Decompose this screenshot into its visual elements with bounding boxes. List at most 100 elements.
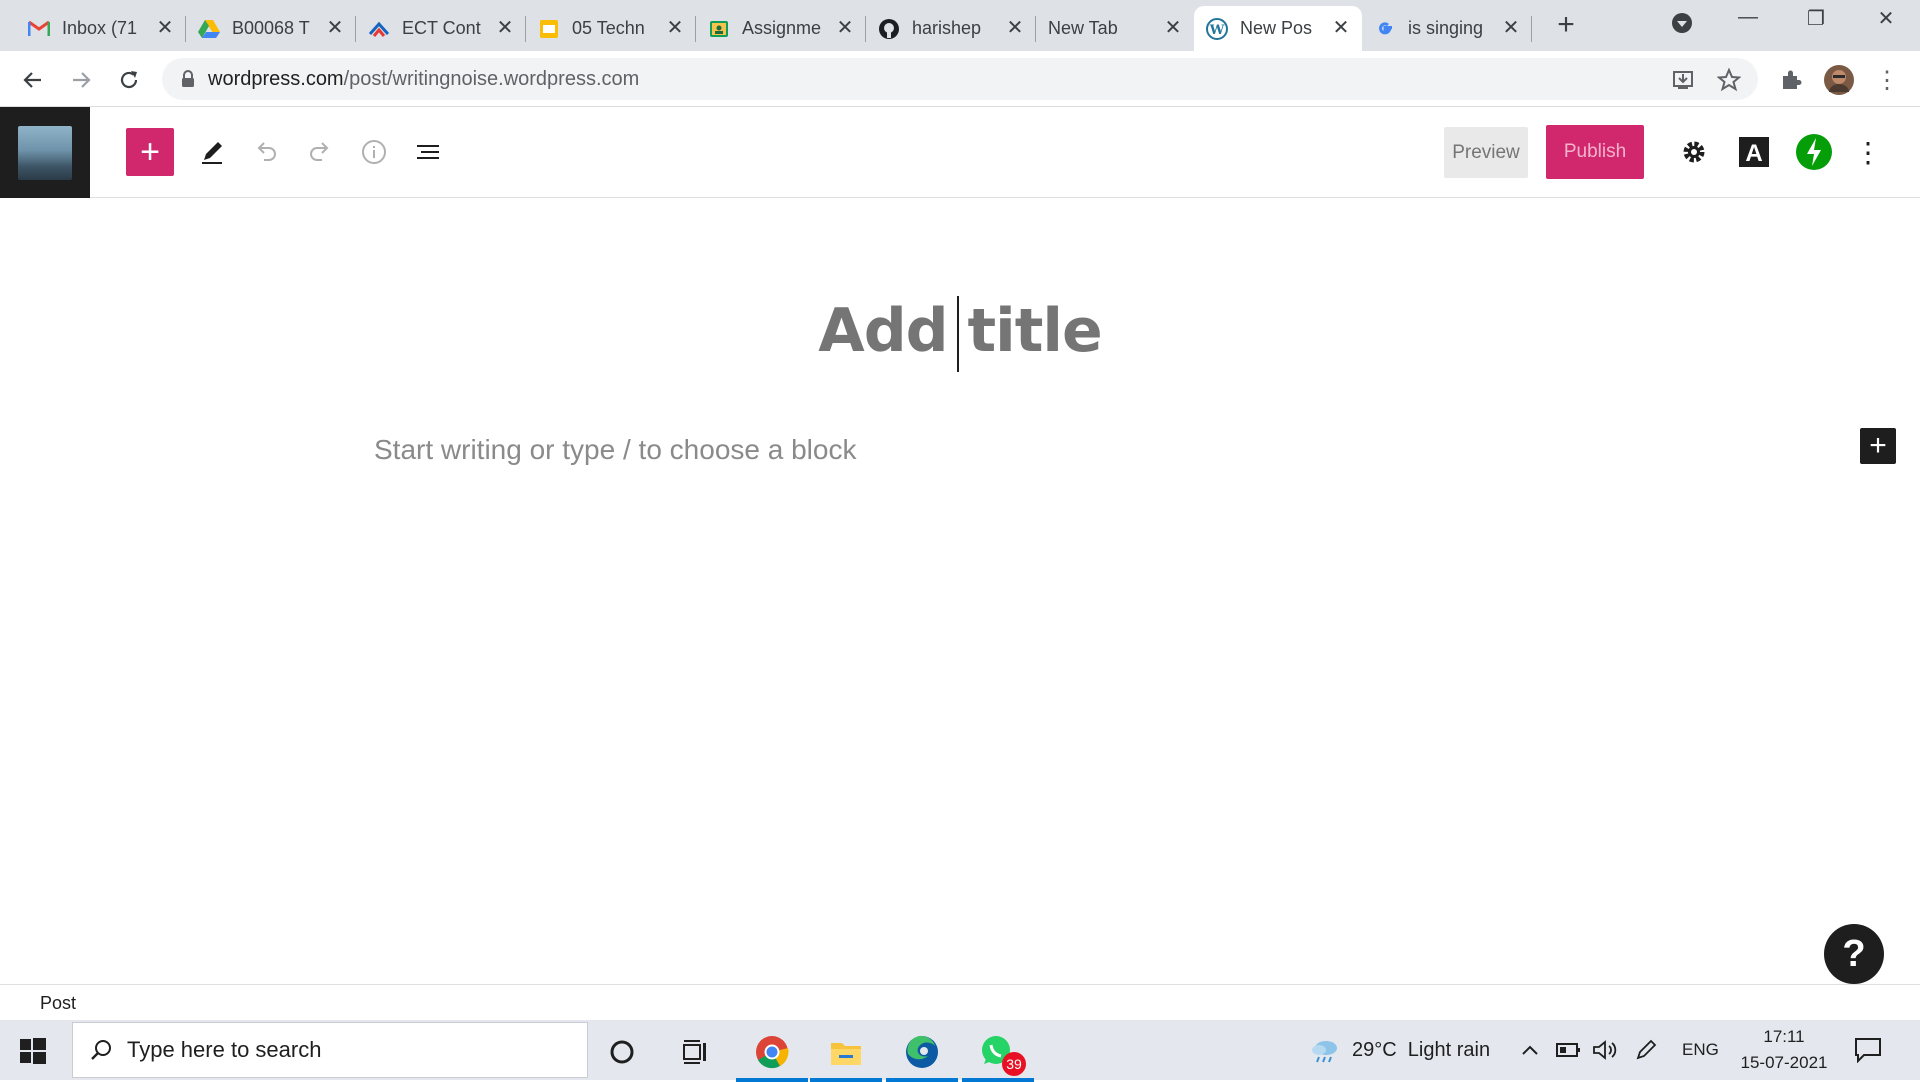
bookmark-star-icon[interactable] [1712, 63, 1746, 97]
windows-taskbar: Type here to search 39 29°C Light rain E… [0, 1020, 1920, 1082]
google-drive-icon [198, 18, 220, 40]
browser-tab[interactable]: is singing ✕ [1362, 6, 1532, 51]
pen-workspace-icon[interactable] [1634, 1020, 1658, 1080]
close-tab-icon[interactable]: ✕ [1500, 17, 1522, 39]
new-tab-button[interactable]: + [1548, 8, 1584, 42]
tab-title: New Tab [1048, 18, 1118, 38]
browser-tab[interactable]: B00068 T ✕ [186, 6, 356, 51]
chrome-taskbar-icon[interactable] [736, 1026, 808, 1082]
browser-tab[interactable]: New Tab ✕ [1036, 6, 1194, 51]
browser-tab-active[interactable]: W New Pos ✕ [1194, 6, 1362, 51]
tab-title: 05 Techn [572, 18, 645, 38]
file-explorer-icon[interactable] [810, 1026, 882, 1082]
add-block-button[interactable]: + [1860, 428, 1896, 464]
close-tab-icon[interactable]: ✕ [154, 17, 176, 39]
tab-title: B00068 T [232, 18, 310, 38]
url-domain: wordpress.com [208, 67, 344, 90]
weather-widget[interactable]: 29°C Light rain [1310, 1020, 1490, 1080]
ect-icon [368, 18, 390, 40]
notifications-icon[interactable] [1854, 1020, 1882, 1080]
block-placeholder[interactable]: Start writing or type / to choose a bloc… [374, 434, 856, 466]
tab-title: harishep [912, 18, 982, 38]
jetpack-icon[interactable] [1794, 132, 1834, 172]
extensions-icon[interactable] [1774, 63, 1808, 97]
redo-icon[interactable] [300, 132, 340, 172]
browser-tab[interactable]: Assignme ✕ [696, 6, 866, 51]
close-window-button[interactable]: ✕ [1866, 6, 1906, 31]
address-bar[interactable]: wordpress.com/post/writingnoise.wordpres… [162, 58, 1758, 100]
install-app-icon[interactable] [1666, 63, 1700, 97]
more-options-icon[interactable]: ⋮ [1848, 132, 1888, 172]
typography-a-icon[interactable]: A [1734, 132, 1774, 172]
text-caret [957, 296, 959, 372]
tab-title: Inbox (71 [62, 18, 138, 38]
google-classroom-icon [708, 18, 730, 40]
browser-toolbar: wordpress.com/post/writingnoise.wordpres… [0, 51, 1920, 107]
close-tab-icon[interactable]: ✕ [1330, 17, 1352, 39]
volume-icon[interactable] [1592, 1020, 1618, 1080]
url-path: /post/writingnoise.wordpress.com [343, 67, 640, 90]
browser-tab[interactable]: Inbox (71 ✕ [16, 6, 186, 51]
editor-header: + Preview Publish A ⋮ [0, 107, 1920, 198]
close-tab-icon[interactable]: ✕ [324, 17, 346, 39]
chrome-menu-icon[interactable]: ⋮ [1870, 63, 1904, 97]
settings-gear-icon[interactable] [1674, 132, 1714, 172]
reload-button[interactable] [112, 63, 146, 97]
profile-avatar[interactable] [1822, 63, 1856, 97]
clock[interactable]: 17:11 15-07-2021 [1734, 1020, 1834, 1080]
github-icon [878, 18, 900, 40]
help-button[interactable]: ? [1824, 924, 1884, 984]
cortana-icon[interactable] [586, 1026, 658, 1078]
edge-icon[interactable] [886, 1026, 958, 1082]
browser-tab-strip: Inbox (71 ✕ B00068 T ✕ ECT Cont ✕ 05 Tec… [0, 0, 1920, 51]
taskbar-search-box[interactable]: Type here to search [72, 1022, 588, 1078]
close-tab-icon[interactable]: ✕ [1004, 17, 1026, 39]
search-placeholder: Type here to search [127, 1037, 322, 1062]
show-hidden-icons[interactable] [1520, 1020, 1540, 1080]
tab-title: Assignme [742, 18, 822, 38]
publish-button[interactable]: Publish [1546, 125, 1644, 179]
site-logo [18, 125, 72, 180]
notification-badge: 39 [1002, 1052, 1026, 1076]
lock-icon [180, 69, 196, 89]
list-view-icon[interactable] [408, 132, 448, 172]
editor-footer: Post [0, 984, 1920, 1020]
task-view-icon[interactable] [660, 1026, 732, 1078]
google-slides-icon [538, 18, 560, 40]
svg-text:W: W [1209, 23, 1225, 38]
windows-start-icon[interactable] [18, 1036, 48, 1066]
clock-time: 17:11 [1763, 1027, 1805, 1046]
svg-text:A: A [1745, 140, 1762, 167]
close-tab-icon[interactable]: ✕ [834, 17, 856, 39]
site-icon-button[interactable] [0, 107, 90, 198]
undo-icon[interactable] [246, 132, 286, 172]
close-tab-icon[interactable]: ✕ [1162, 17, 1184, 39]
restore-button[interactable]: ❐ [1796, 6, 1836, 31]
minimize-button[interactable]: — [1728, 6, 1768, 29]
whatsapp-icon[interactable]: 39 [962, 1026, 1034, 1082]
wordpress-icon: W [1206, 17, 1228, 40]
close-tab-icon[interactable]: ✕ [664, 17, 686, 39]
language-indicator[interactable]: ENG [1682, 1020, 1719, 1080]
battery-icon[interactable] [1556, 1020, 1582, 1080]
close-tab-icon[interactable]: ✕ [494, 17, 516, 39]
clock-date: 15-07-2021 [1740, 1053, 1828, 1072]
back-button[interactable] [16, 63, 50, 97]
google-icon [1374, 18, 1396, 40]
browser-tab[interactable]: harishep ✕ [866, 6, 1036, 51]
block-inserter-button[interactable]: + [126, 128, 174, 176]
details-info-icon[interactable] [354, 132, 394, 172]
browser-tab[interactable]: ECT Cont ✕ [356, 6, 526, 51]
gmail-icon [28, 18, 50, 40]
forward-button[interactable] [64, 63, 98, 97]
tab-title: New Pos [1240, 18, 1313, 38]
post-title-input[interactable]: Add title [0, 296, 1920, 366]
preview-button[interactable]: Preview [1444, 127, 1528, 178]
tools-pencil-icon[interactable] [192, 132, 232, 172]
browser-tab[interactable]: 05 Techn ✕ [526, 6, 696, 51]
tab-search-icon[interactable] [1662, 12, 1702, 40]
weather-text: 29°C Light rain [1352, 1038, 1491, 1061]
tab-title: ECT Cont [402, 18, 481, 38]
tab-title: is singing [1408, 18, 1484, 38]
breadcrumb-post[interactable]: Post [40, 993, 76, 1014]
